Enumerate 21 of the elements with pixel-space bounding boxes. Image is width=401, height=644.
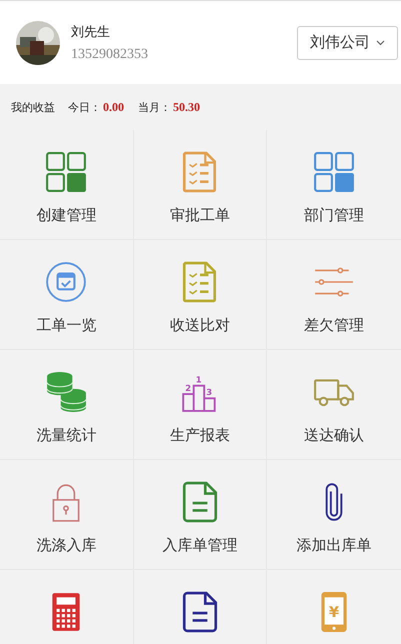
- menu-tile[interactable]: 2 1 3 生产报表: [134, 350, 268, 460]
- today-value: 0.00: [103, 100, 124, 114]
- menu-tile[interactable]: 工单一览: [0, 240, 134, 350]
- earnings-title: 我的收益: [11, 100, 55, 114]
- menu-tile[interactable]: 洗涤入库: [0, 460, 134, 570]
- month-value: 50.30: [173, 100, 200, 114]
- grid-icon: [45, 151, 88, 193]
- company-dropdown[interactable]: 刘伟公司: [297, 26, 398, 60]
- menu-tile[interactable]: 洗量统计: [0, 350, 134, 460]
- calendar-icon: [45, 261, 88, 303]
- user-name: 刘先生: [71, 24, 111, 40]
- grid-icon: [313, 151, 356, 193]
- coins-icon: [45, 371, 88, 413]
- menu-tile[interactable]: 收送比对: [134, 240, 268, 350]
- menu-tile[interactable]: 审批工单: [134, 130, 268, 240]
- chevron-down-icon: [376, 40, 385, 46]
- menu-tile[interactable]: 入库单管理: [134, 460, 268, 570]
- month-label: 当月：: [138, 100, 171, 114]
- menu-tile[interactable]: 创建管理: [0, 130, 134, 240]
- today-label: 今日：: [68, 100, 101, 114]
- phone-number: 13529082353: [71, 46, 149, 62]
